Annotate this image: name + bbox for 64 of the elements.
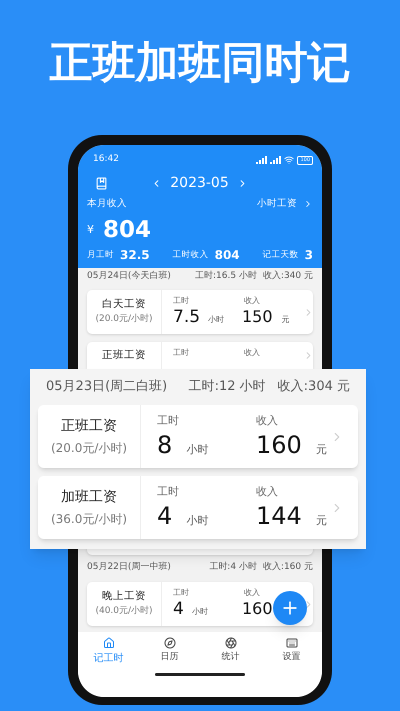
stat-label: 工时收入 bbox=[172, 248, 209, 262]
hours-value: 8 bbox=[157, 430, 172, 460]
day-date: 05月22日(周一中班) bbox=[87, 561, 171, 574]
stat-value: 804 bbox=[214, 247, 240, 264]
wage-card[interactable]: 正班工资 工时 收入 bbox=[87, 342, 313, 369]
hours-label: 工时 bbox=[157, 413, 180, 430]
headline: 正班加班同时记 bbox=[50, 37, 350, 90]
tab[interactable]: 记工时 bbox=[84, 636, 134, 666]
wage-type: 正班工资 bbox=[61, 417, 117, 436]
wage-card[interactable]: 加班工资 (36.0元/小时) 工时 4 小时 收入 144 元 bbox=[38, 476, 358, 539]
hours-value: 4 bbox=[173, 599, 184, 619]
hours-label: 工时 bbox=[173, 587, 190, 599]
stat-label: 记工天数 bbox=[262, 248, 299, 262]
hours-unit: 小时 bbox=[186, 442, 208, 458]
wage-rate: (40.0元/小时) bbox=[95, 605, 153, 618]
status-time: 16:42 bbox=[92, 153, 119, 166]
hours-label: 工时 bbox=[173, 295, 190, 307]
income-value: 160 bbox=[242, 599, 273, 619]
stat-label: 月工时 bbox=[87, 248, 114, 262]
hours-label: 工时 bbox=[157, 484, 180, 500]
wage-card[interactable]: 正班工资 (20.0元/小时) 工时 8 小时 收入 160 元 bbox=[38, 405, 358, 468]
income-value: 150 bbox=[242, 307, 273, 327]
day-hours: 工时:16.5 小时 bbox=[194, 270, 257, 284]
tab[interactable]: 统计 bbox=[206, 637, 256, 665]
month-title: 2023-05 bbox=[170, 174, 229, 192]
day-income: 收入:160 元 bbox=[262, 561, 313, 574]
income-label: 收入 bbox=[244, 587, 261, 599]
income-unit: 元 bbox=[282, 314, 290, 326]
hours-unit: 小时 bbox=[186, 512, 208, 529]
wage-card[interactable]: 白天工资 (20.0元/小时) 工时 7.5 小时 收入 150 元 bbox=[87, 290, 313, 334]
hours-unit: 小时 bbox=[208, 314, 224, 326]
wage-rate: (20.0元/小时) bbox=[50, 440, 128, 457]
income-value: 144 bbox=[256, 500, 302, 531]
day-income: 收入:340 元 bbox=[262, 270, 313, 284]
hours-unit: 小时 bbox=[192, 606, 208, 618]
income-label: 收入 bbox=[256, 484, 279, 500]
wage-rate: (20.0元/小时) bbox=[95, 313, 153, 326]
income-title: 本月收入 bbox=[87, 196, 127, 211]
income-label: 收入 bbox=[244, 347, 261, 359]
day-hours: 工时:12 小时 bbox=[188, 378, 266, 396]
hours-label: 工时 bbox=[173, 347, 190, 359]
hours-value: 7.5 bbox=[173, 307, 200, 327]
day-hours: 工时:4 小时 bbox=[209, 561, 257, 574]
wage-rate: (36.0元/小时) bbox=[50, 511, 128, 528]
wage-type: 白天工资 bbox=[102, 297, 146, 312]
income-label: 收入 bbox=[244, 295, 261, 307]
income-value: 160 bbox=[256, 430, 302, 460]
day-income: 收入:304 元 bbox=[278, 378, 350, 396]
income-unit: 元 bbox=[316, 512, 327, 529]
tab[interactable]: 设置 bbox=[266, 637, 316, 665]
income-label: 收入 bbox=[256, 413, 279, 430]
currency-symbol: ¥ bbox=[87, 222, 94, 238]
day-date: 05月24日(今天白班) bbox=[87, 270, 171, 284]
wage-card[interactable]: 晚上工资 (40.0元/小时) 工时 4 小时 收入 160 bbox=[87, 582, 313, 626]
wage-type: 晚上工资 bbox=[102, 589, 146, 604]
month-income: 804 bbox=[103, 216, 152, 245]
tab[interactable]: 日历 bbox=[144, 637, 194, 665]
income-unit: 元 bbox=[316, 442, 327, 458]
wage-type: 正班工资 bbox=[102, 348, 146, 363]
day-date: 05月23日(周二白班) bbox=[46, 378, 168, 396]
hours-value: 4 bbox=[157, 500, 172, 531]
stat-value: 32.5 bbox=[120, 247, 150, 264]
stat-value: 3 bbox=[304, 247, 313, 264]
wage-type: 加班工资 bbox=[61, 488, 117, 507]
